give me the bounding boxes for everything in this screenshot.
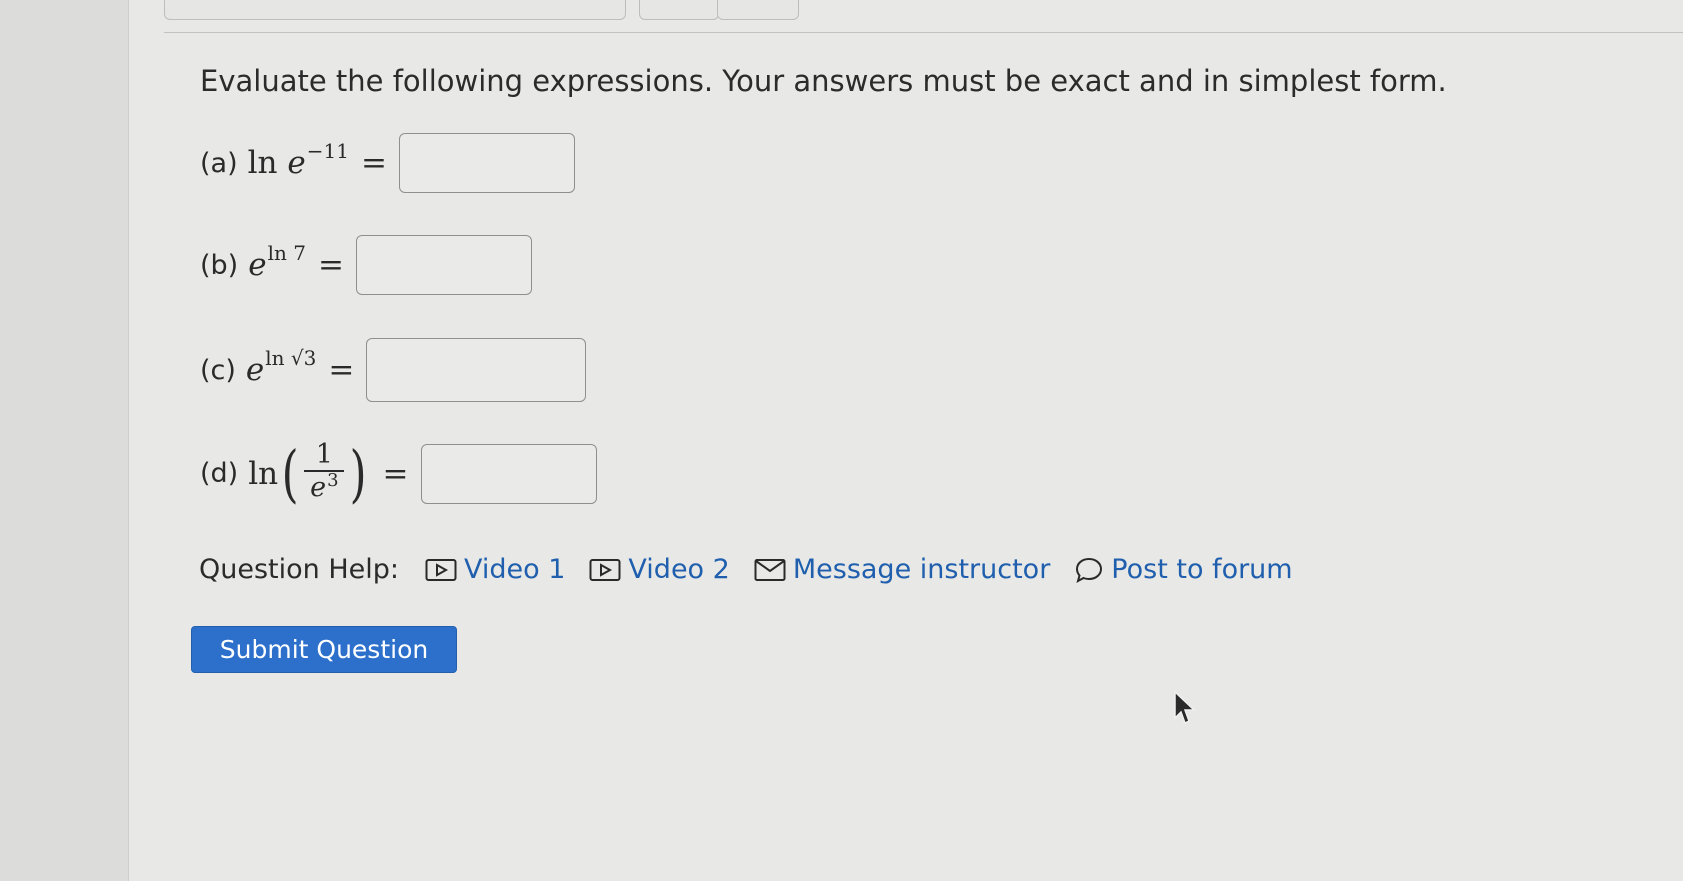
submit-question-button[interactable]: Submit Question	[191, 626, 457, 673]
ln-function: ln	[248, 455, 279, 492]
exponent: ln 7	[267, 241, 306, 265]
mouse-cursor-icon	[1174, 690, 1196, 725]
expression-d: ln ( 1 e3 )	[248, 440, 370, 507]
answer-input-d[interactable]	[420, 443, 597, 504]
video-2-label: Video 2	[628, 554, 730, 585]
video-1-link[interactable]: Video 1	[425, 554, 565, 585]
equals-sign: =	[317, 247, 344, 283]
part-label: (a)	[200, 147, 238, 179]
numerator: 1	[315, 439, 333, 470]
part-b: (b) e ln 7 =	[200, 235, 532, 295]
answer-input-b[interactable]	[355, 235, 532, 295]
video-2-link[interactable]: Video 2	[589, 554, 730, 585]
speech-bubble-icon	[1076, 557, 1103, 583]
video-icon	[425, 558, 457, 581]
exponent: −11	[306, 139, 349, 163]
equals-sign: =	[382, 455, 409, 492]
fraction: 1 e3	[304, 439, 345, 507]
expression-c: e ln √3	[245, 346, 316, 388]
question-instructions: Evaluate the following expressions. Your…	[200, 64, 1447, 98]
denominator: e3	[310, 470, 339, 507]
question-panel: Evaluate the following expressions. Your…	[129, 0, 1683, 881]
denominator-base: e	[310, 472, 327, 503]
right-paren: )	[349, 436, 367, 510]
question-help-label: Question Help:	[199, 554, 399, 585]
message-instructor-label: Message instructor	[792, 554, 1051, 585]
exponent: ln √3	[265, 346, 317, 370]
top-tab[interactable]	[639, 0, 719, 20]
part-label: (b)	[200, 249, 239, 281]
equals-sign: =	[328, 352, 355, 388]
top-tab[interactable]	[164, 0, 626, 20]
envelope-icon	[754, 558, 786, 581]
divider	[164, 32, 1683, 33]
part-label: (c)	[200, 354, 236, 386]
denominator-exponent: 3	[327, 470, 339, 491]
part-d: (d) ln ( 1 e3 ) =	[200, 440, 597, 507]
video-1-label: Video 1	[464, 554, 566, 585]
post-to-forum-label: Post to forum	[1111, 554, 1293, 585]
answer-input-a[interactable]	[398, 133, 575, 193]
base: e	[248, 247, 267, 283]
answer-input-c[interactable]	[366, 338, 587, 402]
ln-function: ln	[247, 145, 278, 181]
base: e	[287, 145, 306, 181]
video-icon	[589, 558, 621, 581]
left-sidebar	[0, 0, 129, 881]
top-tab[interactable]	[717, 0, 799, 20]
left-paren: (	[281, 436, 299, 510]
part-c: (c) e ln √3 =	[200, 338, 587, 402]
part-a: (a) ln e −11 =	[200, 133, 575, 193]
base: e	[245, 352, 265, 388]
expression-b: e ln 7	[248, 241, 306, 283]
part-label: (d)	[200, 458, 239, 489]
expression-a: ln e −11	[247, 139, 349, 181]
post-to-forum-link[interactable]: Post to forum	[1074, 554, 1293, 585]
message-instructor-link[interactable]: Message instructor	[754, 554, 1050, 585]
question-help: Question Help: Video 1 Video 2 Message i…	[199, 554, 1317, 585]
equals-sign: =	[360, 145, 387, 181]
